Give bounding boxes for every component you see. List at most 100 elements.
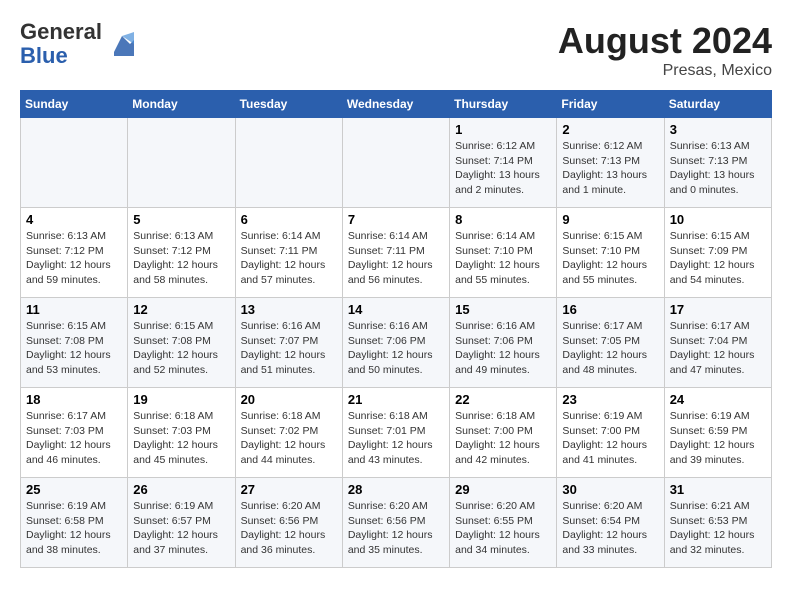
day-number: 26 bbox=[133, 482, 229, 497]
day-info: Sunrise: 6:20 AM Sunset: 6:55 PM Dayligh… bbox=[455, 499, 551, 558]
title-block: August 2024 Presas, Mexico bbox=[558, 20, 772, 80]
calendar-week-3: 11 Sunrise: 6:15 AM Sunset: 7:08 PM Dayli… bbox=[21, 298, 772, 388]
day-info: Sunrise: 6:17 AM Sunset: 7:05 PM Dayligh… bbox=[562, 319, 658, 378]
day-info: Sunrise: 6:18 AM Sunset: 7:00 PM Dayligh… bbox=[455, 409, 551, 468]
calendar-cell bbox=[128, 118, 235, 208]
day-info: Sunrise: 6:14 AM Sunset: 7:11 PM Dayligh… bbox=[348, 229, 444, 288]
day-number: 17 bbox=[670, 302, 766, 317]
day-number: 9 bbox=[562, 212, 658, 227]
day-info: Sunrise: 6:19 AM Sunset: 7:00 PM Dayligh… bbox=[562, 409, 658, 468]
day-info: Sunrise: 6:16 AM Sunset: 7:06 PM Dayligh… bbox=[455, 319, 551, 378]
day-number: 23 bbox=[562, 392, 658, 407]
calendar-cell: 25 Sunrise: 6:19 AM Sunset: 6:58 PM Dayli… bbox=[21, 478, 128, 568]
day-info: Sunrise: 6:18 AM Sunset: 7:03 PM Dayligh… bbox=[133, 409, 229, 468]
day-info: Sunrise: 6:13 AM Sunset: 7:12 PM Dayligh… bbox=[133, 229, 229, 288]
calendar-cell: 14Sunrise: 6:16 AM Sunset: 7:06 PM Dayli… bbox=[342, 298, 449, 388]
header-sunday: Sunday bbox=[21, 91, 128, 118]
calendar-cell: 29 Sunrise: 6:20 AM Sunset: 6:55 PM Dayli… bbox=[450, 478, 557, 568]
day-number: 3 bbox=[670, 122, 766, 137]
calendar-cell: 5 Sunrise: 6:13 AM Sunset: 7:12 PM Daylig… bbox=[128, 208, 235, 298]
calendar-cell: 12 Sunrise: 6:15 AM Sunset: 7:08 PM Dayli… bbox=[128, 298, 235, 388]
day-info: Sunrise: 6:19 AM Sunset: 6:57 PM Dayligh… bbox=[133, 499, 229, 558]
day-number: 15 bbox=[455, 302, 551, 317]
day-info: Sunrise: 6:15 AM Sunset: 7:09 PM Dayligh… bbox=[670, 229, 766, 288]
logo-general: General bbox=[20, 19, 102, 44]
calendar-cell: 31Sunrise: 6:21 AM Sunset: 6:53 PM Dayli… bbox=[664, 478, 771, 568]
header-friday: Friday bbox=[557, 91, 664, 118]
calendar-cell: 23 Sunrise: 6:19 AM Sunset: 7:00 PM Dayli… bbox=[557, 388, 664, 478]
page-header: General Blue August 2024 Presas, Mexico bbox=[20, 20, 772, 80]
logo: General Blue bbox=[20, 20, 138, 68]
calendar-cell bbox=[21, 118, 128, 208]
day-info: Sunrise: 6:17 AM Sunset: 7:03 PM Dayligh… bbox=[26, 409, 122, 468]
day-number: 20 bbox=[241, 392, 337, 407]
day-number: 7 bbox=[348, 212, 444, 227]
calendar-cell: 27 Sunrise: 6:20 AM Sunset: 6:56 PM Dayli… bbox=[235, 478, 342, 568]
calendar-cell: 22Sunrise: 6:18 AM Sunset: 7:00 PM Dayli… bbox=[450, 388, 557, 478]
calendar-cell: 4Sunrise: 6:13 AM Sunset: 7:12 PM Daylig… bbox=[21, 208, 128, 298]
calendar-cell bbox=[342, 118, 449, 208]
day-info: Sunrise: 6:14 AM Sunset: 7:11 PM Dayligh… bbox=[241, 229, 337, 288]
day-info: Sunrise: 6:20 AM Sunset: 6:56 PM Dayligh… bbox=[348, 499, 444, 558]
header-saturday: Saturday bbox=[664, 91, 771, 118]
day-info: Sunrise: 6:15 AM Sunset: 7:08 PM Dayligh… bbox=[26, 319, 122, 378]
day-number: 25 bbox=[26, 482, 122, 497]
day-number: 21 bbox=[348, 392, 444, 407]
calendar-cell: 8Sunrise: 6:14 AM Sunset: 7:10 PM Daylig… bbox=[450, 208, 557, 298]
day-number: 1 bbox=[455, 122, 551, 137]
day-number: 8 bbox=[455, 212, 551, 227]
day-info: Sunrise: 6:13 AM Sunset: 7:12 PM Dayligh… bbox=[26, 229, 122, 288]
calendar-cell: 24 Sunrise: 6:19 AM Sunset: 6:59 PM Dayli… bbox=[664, 388, 771, 478]
day-info: Sunrise: 6:17 AM Sunset: 7:04 PM Dayligh… bbox=[670, 319, 766, 378]
day-info: Sunrise: 6:19 AM Sunset: 6:59 PM Dayligh… bbox=[670, 409, 766, 468]
header-monday: Monday bbox=[128, 91, 235, 118]
day-number: 2 bbox=[562, 122, 658, 137]
calendar-cell: 17 Sunrise: 6:17 AM Sunset: 7:04 PM Dayli… bbox=[664, 298, 771, 388]
day-number: 29 bbox=[455, 482, 551, 497]
day-number: 6 bbox=[241, 212, 337, 227]
calendar-cell: 1 Sunrise: 6:12 AM Sunset: 7:14 PM Daylig… bbox=[450, 118, 557, 208]
calendar-cell: 19Sunrise: 6:18 AM Sunset: 7:03 PM Dayli… bbox=[128, 388, 235, 478]
day-info: Sunrise: 6:15 AM Sunset: 7:10 PM Dayligh… bbox=[562, 229, 658, 288]
logo-icon bbox=[106, 28, 138, 60]
header-tuesday: Tuesday bbox=[235, 91, 342, 118]
calendar-cell: 20Sunrise: 6:18 AM Sunset: 7:02 PM Dayli… bbox=[235, 388, 342, 478]
page-title: August 2024 bbox=[558, 20, 772, 62]
page-subtitle: Presas, Mexico bbox=[558, 62, 772, 80]
calendar-cell: 10 Sunrise: 6:15 AM Sunset: 7:09 PM Dayli… bbox=[664, 208, 771, 298]
day-number: 31 bbox=[670, 482, 766, 497]
day-info: Sunrise: 6:19 AM Sunset: 6:58 PM Dayligh… bbox=[26, 499, 122, 558]
calendar-week-1: 1 Sunrise: 6:12 AM Sunset: 7:14 PM Daylig… bbox=[21, 118, 772, 208]
calendar-cell: 30 Sunrise: 6:20 AM Sunset: 6:54 PM Dayli… bbox=[557, 478, 664, 568]
calendar-cell: 9 Sunrise: 6:15 AM Sunset: 7:10 PM Daylig… bbox=[557, 208, 664, 298]
calendar-week-2: 4Sunrise: 6:13 AM Sunset: 7:12 PM Daylig… bbox=[21, 208, 772, 298]
day-number: 12 bbox=[133, 302, 229, 317]
day-number: 10 bbox=[670, 212, 766, 227]
logo-blue: Blue bbox=[20, 43, 68, 68]
calendar-cell: 15 Sunrise: 6:16 AM Sunset: 7:06 PM Dayli… bbox=[450, 298, 557, 388]
day-number: 13 bbox=[241, 302, 337, 317]
calendar-table: SundayMondayTuesdayWednesdayThursdayFrid… bbox=[20, 90, 772, 568]
calendar-cell: 16Sunrise: 6:17 AM Sunset: 7:05 PM Dayli… bbox=[557, 298, 664, 388]
day-number: 14 bbox=[348, 302, 444, 317]
calendar-cell: 21Sunrise: 6:18 AM Sunset: 7:01 PM Dayli… bbox=[342, 388, 449, 478]
day-info: Sunrise: 6:12 AM Sunset: 7:14 PM Dayligh… bbox=[455, 139, 551, 198]
day-number: 24 bbox=[670, 392, 766, 407]
calendar-cell: 26 Sunrise: 6:19 AM Sunset: 6:57 PM Dayli… bbox=[128, 478, 235, 568]
calendar-week-4: 18Sunrise: 6:17 AM Sunset: 7:03 PM Dayli… bbox=[21, 388, 772, 478]
day-info: Sunrise: 6:12 AM Sunset: 7:13 PM Dayligh… bbox=[562, 139, 658, 198]
calendar-header: SundayMondayTuesdayWednesdayThursdayFrid… bbox=[21, 91, 772, 118]
day-number: 30 bbox=[562, 482, 658, 497]
day-info: Sunrise: 6:20 AM Sunset: 6:54 PM Dayligh… bbox=[562, 499, 658, 558]
day-number: 28 bbox=[348, 482, 444, 497]
day-info: Sunrise: 6:20 AM Sunset: 6:56 PM Dayligh… bbox=[241, 499, 337, 558]
day-number: 27 bbox=[241, 482, 337, 497]
day-number: 11 bbox=[26, 302, 122, 317]
calendar-cell: 2 Sunrise: 6:12 AM Sunset: 7:13 PM Daylig… bbox=[557, 118, 664, 208]
day-info: Sunrise: 6:15 AM Sunset: 7:08 PM Dayligh… bbox=[133, 319, 229, 378]
day-info: Sunrise: 6:16 AM Sunset: 7:07 PM Dayligh… bbox=[241, 319, 337, 378]
calendar-cell bbox=[235, 118, 342, 208]
day-number: 5 bbox=[133, 212, 229, 227]
header-thursday: Thursday bbox=[450, 91, 557, 118]
calendar-cell: 13 Sunrise: 6:16 AM Sunset: 7:07 PM Dayli… bbox=[235, 298, 342, 388]
